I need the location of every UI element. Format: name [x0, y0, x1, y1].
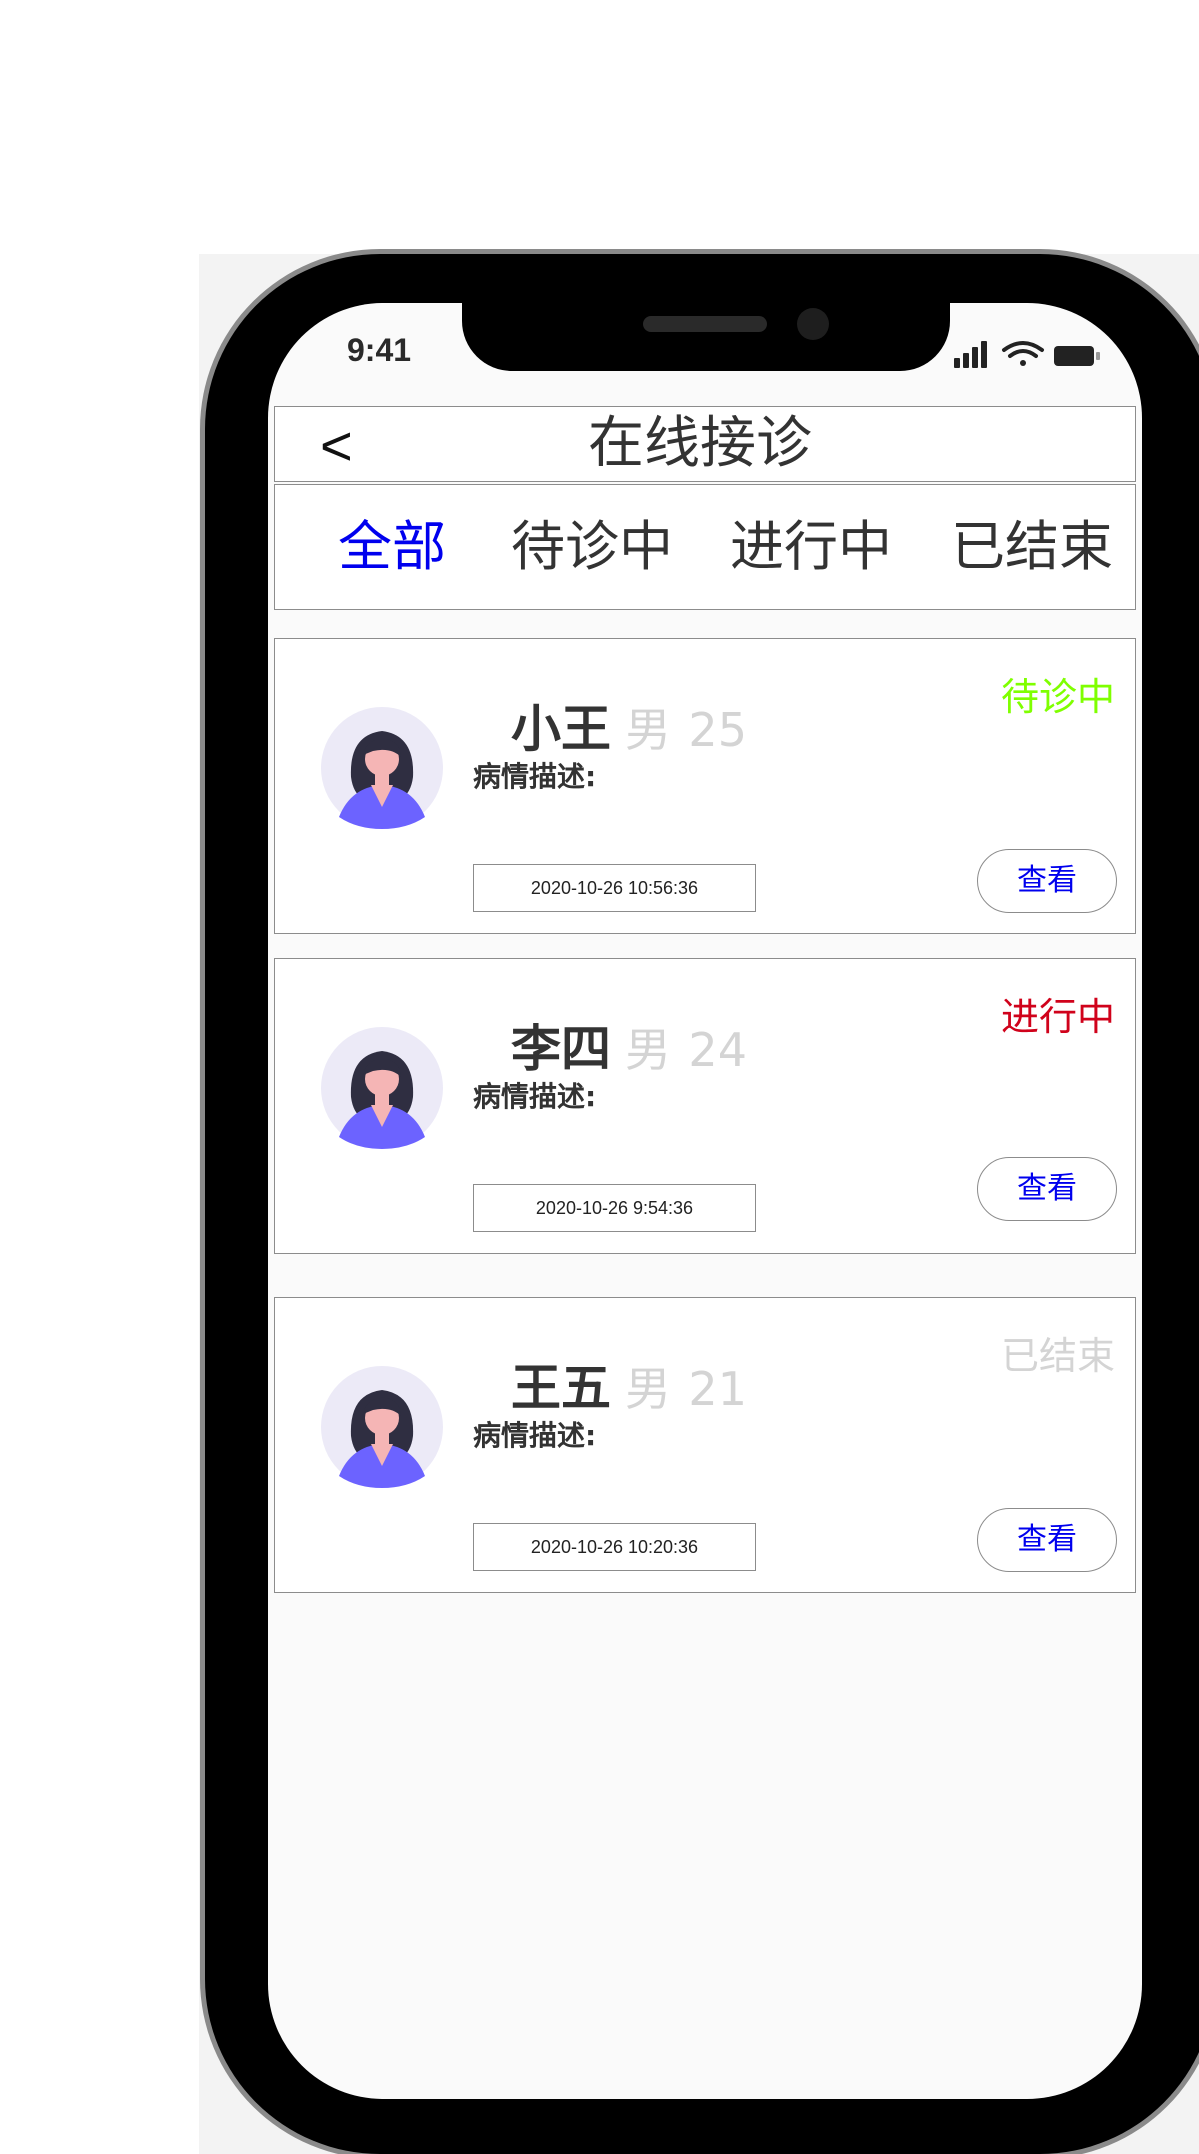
patient-card: 王五男 21 病情描述: 已结束 2020-10-26 10:20:36 查看 [274, 1297, 1136, 1593]
tab-finished[interactable]: 已结束 [951, 484, 1113, 610]
battery-icon [1054, 346, 1100, 366]
patient-card: 李四男 24 病情描述: 进行中 2020-10-26 9:54:36 查看 [274, 958, 1136, 1254]
status-time: 9:41 [347, 332, 412, 368]
patient-gender: 男 [625, 1023, 671, 1077]
status-badge: 进行中 [1000, 995, 1115, 1039]
appointment-datetime: 2020-10-26 10:20:36 [473, 1523, 756, 1571]
front-camera [797, 308, 829, 340]
view-button[interactable]: 查看 [977, 849, 1117, 913]
page-title: 在线接诊 [588, 411, 812, 476]
tab-in-progress[interactable]: 进行中 [730, 484, 892, 610]
back-button[interactable]: < [320, 408, 353, 484]
patient-card: 小王男 25 病情描述: 待诊中 2020-10-26 10:56:36 查看 [274, 638, 1136, 934]
wifi-icon [1002, 341, 1044, 366]
condition-label: 病情描述: [473, 760, 597, 793]
female-avatar-icon [321, 1366, 443, 1488]
patient-gender: 男 [625, 703, 671, 757]
patient-age: 24 [688, 1023, 747, 1077]
notch [462, 303, 950, 371]
appointment-datetime: 2020-10-26 9:54:36 [473, 1184, 756, 1232]
appointment-datetime: 2020-10-26 10:56:36 [473, 864, 756, 912]
view-button[interactable]: 查看 [977, 1157, 1117, 1221]
patient-gender: 男 [625, 1362, 671, 1416]
female-avatar-icon [321, 1027, 443, 1149]
status-badge: 待诊中 [1000, 675, 1115, 719]
tab-all[interactable]: 全部 [338, 484, 446, 610]
condition-label: 病情描述: [473, 1419, 597, 1452]
tab-waiting[interactable]: 待诊中 [511, 484, 673, 610]
patient-age: 25 [688, 703, 747, 757]
status-badge: 已结束 [1000, 1334, 1115, 1378]
status-icons [952, 338, 1112, 374]
view-button[interactable]: 查看 [977, 1508, 1117, 1572]
female-avatar-icon [321, 707, 443, 829]
condition-label: 病情描述: [473, 1080, 597, 1113]
patient-age: 21 [688, 1362, 747, 1416]
signal-icon [954, 341, 987, 368]
speaker-grille [643, 316, 767, 332]
